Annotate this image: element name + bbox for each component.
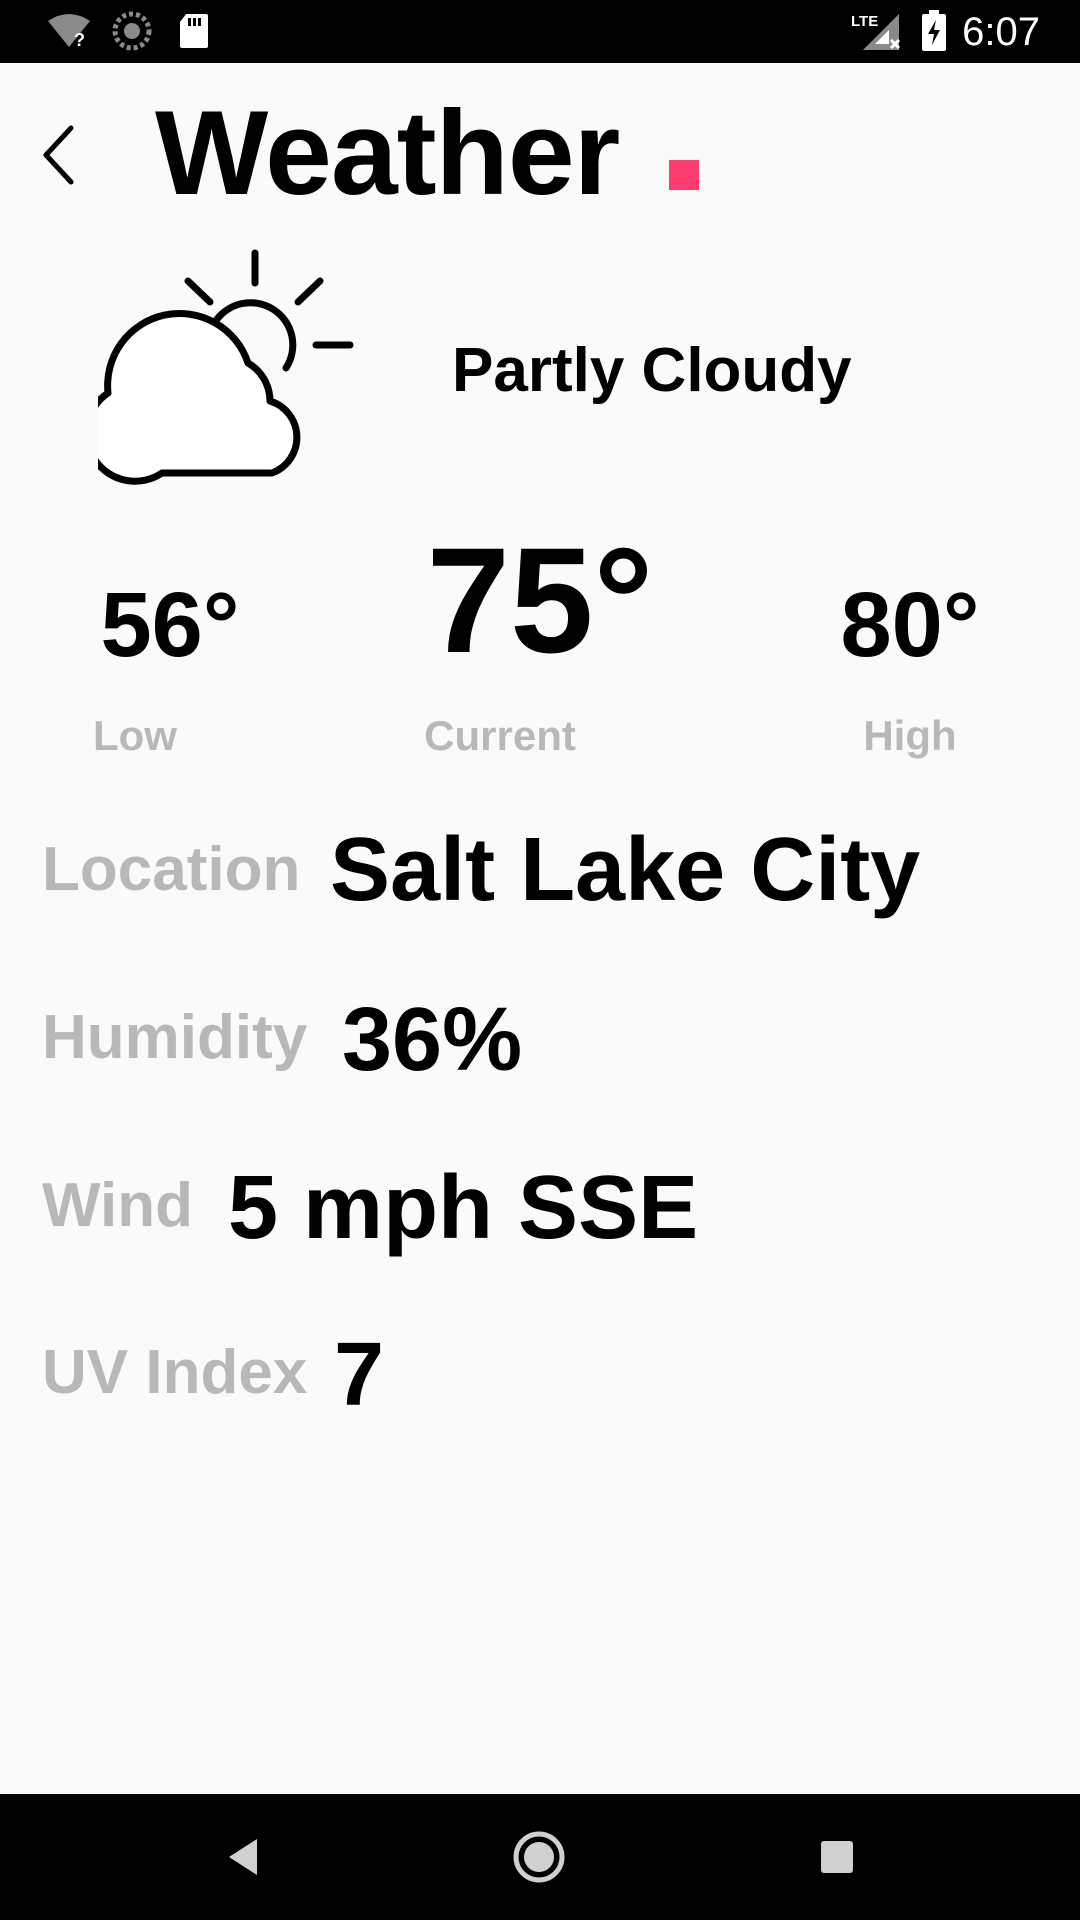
nav-recents-button[interactable] — [802, 1822, 872, 1892]
uv-index-label: UV Index — [42, 1338, 308, 1407]
chevron-left-icon — [43, 125, 74, 185]
svg-text:LTE: LTE — [851, 13, 878, 30]
accent-square — [669, 160, 699, 190]
nav-home-icon — [513, 1831, 565, 1883]
page-title: Weather — [155, 86, 620, 220]
partly-cloudy-icon — [83, 245, 358, 485]
svg-text:?: ? — [74, 30, 85, 49]
sync-icon — [110, 10, 154, 52]
humidity-label: Humidity — [42, 1003, 308, 1072]
wifi-unknown-icon: ? — [44, 10, 94, 52]
status-time: 6:07 — [962, 10, 1040, 54]
sd-card-icon — [176, 10, 212, 52]
temp-current-value: 75° — [426, 516, 654, 684]
wind-value: 5 mph SSE — [228, 1158, 699, 1258]
nav-back-icon — [229, 1839, 257, 1875]
temp-low-value: 56° — [100, 574, 240, 676]
weather-condition: Partly Cloudy — [452, 336, 852, 405]
location-value: Salt Lake City — [330, 820, 921, 920]
temp-low-label: Low — [93, 712, 177, 759]
nav-back-button[interactable] — [208, 1822, 278, 1892]
temp-high-label: High — [863, 712, 957, 759]
navigation-bar — [0, 1794, 1080, 1920]
temp-current-label: Current — [424, 712, 576, 759]
status-bar: ? LTE 6:07 — [0, 0, 1080, 63]
temp-high-value: 80° — [840, 574, 980, 676]
battery-charging-icon — [918, 10, 950, 52]
back-button[interactable] — [34, 120, 84, 190]
wind-label: Wind — [42, 1171, 193, 1240]
uv-index-value: 7 — [334, 1325, 385, 1425]
nav-home-button[interactable] — [504, 1822, 574, 1892]
humidity-value: 36% — [342, 990, 523, 1090]
lte-no-signal-icon: LTE — [848, 10, 904, 52]
location-label: Location — [42, 835, 301, 904]
nav-recents-icon — [821, 1841, 853, 1873]
